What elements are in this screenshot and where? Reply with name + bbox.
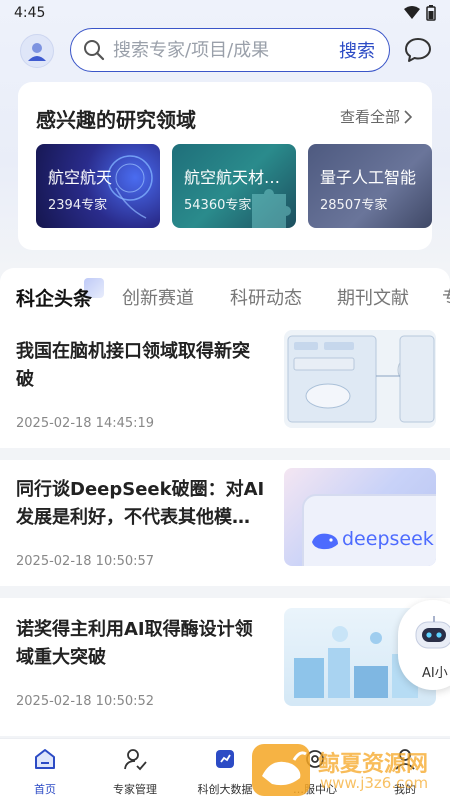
tab-headlines[interactable]: 科企头条 <box>16 284 92 311</box>
user-avatar-icon <box>28 43 46 61</box>
news-date: 2025-02-18 14:45:19 <box>16 416 155 431</box>
nav-label: 首页 <box>34 783 56 796</box>
nav-big-data[interactable]: 科创大数据 <box>180 739 270 800</box>
whale-logo-icon <box>312 533 338 550</box>
news-date: 2025-02-18 10:50:57 <box>16 554 155 569</box>
field-name: 量子人工智能 <box>320 168 417 187</box>
nav-home[interactable]: 首页 <box>0 739 90 800</box>
status-icons <box>404 5 436 21</box>
nav-expert-management[interactable]: 专家管理 <box>90 739 180 800</box>
news-title: 诺奖得主利用AI取得酶设计领域重大突破 <box>16 619 253 668</box>
field-list: 航空航天 2394专家 航空航天材… 54360专家 量子人工智能 28507专… <box>36 144 432 230</box>
profile-icon <box>395 749 415 770</box>
expert-icon <box>124 749 147 771</box>
research-fields-card: 感兴趣的研究领域 查看全部 航空航天 2394专家 航空航天材… 54360专家… <box>18 82 432 250</box>
chevron-right-icon <box>404 109 412 124</box>
news-item[interactable]: 同行谈DeepSeek破圈：对AI发展是利好，不代表其他模… 2025-02-1… <box>0 468 450 598</box>
field-name: 航空航天材… <box>184 168 281 187</box>
news-item[interactable]: 诺奖得主利用AI取得酶设计领域重大突破 2025-02-18 10:50:52 <box>0 608 450 736</box>
field-expert-count: 54360专家 <box>184 198 252 213</box>
news-item[interactable]: 我国在脑机接口领域取得新突破 2025-02-18 14:45:19 <box>0 330 450 460</box>
status-time: 4:45 <box>14 5 46 21</box>
news-thumbnail: deepseek <box>284 468 436 566</box>
search-icon <box>84 40 105 61</box>
news-tabs: 科企头条 创新赛道 科研动态 期刊文献 专 <box>0 268 450 324</box>
robot-icon <box>415 616 450 649</box>
nav-label: 科创大数据 <box>197 783 253 796</box>
nav-label: 专家管理 <box>113 783 157 796</box>
field-card-aerospace[interactable]: 航空航天 2394专家 <box>36 144 160 228</box>
search-button[interactable]: 搜索 <box>329 37 389 63</box>
ai-assistant-float[interactable]: AI小 <box>398 600 450 690</box>
news-section: 科企头条 创新赛道 科研动态 期刊文献 专 我国在脑机接口领域取得新突破 202… <box>0 268 450 736</box>
ai-assistant-label: AI小 <box>422 666 448 681</box>
see-all-link[interactable]: 查看全部 <box>340 106 412 127</box>
message-icon[interactable] <box>404 36 432 64</box>
field-name: 航空航天 <box>48 168 113 187</box>
battery-icon <box>426 5 436 21</box>
tab-innovation-track[interactable]: 创新赛道 <box>122 284 194 310</box>
status-bar: 4:45 <box>0 0 450 26</box>
bigdata-icon <box>216 750 234 768</box>
news-title: 我国在脑机接口领域取得新突破 <box>16 341 250 390</box>
home-icon <box>35 749 55 769</box>
service-icon <box>306 750 324 768</box>
news-thumbnail <box>284 330 436 428</box>
nav-profile[interactable]: 我的 <box>360 739 450 800</box>
avatar[interactable] <box>20 34 54 68</box>
research-title: 感兴趣的研究领域 <box>36 108 196 132</box>
news-separator <box>0 586 450 598</box>
nav-service-center[interactable]: …服中心 <box>270 739 360 800</box>
field-expert-count: 28507专家 <box>320 198 388 213</box>
tab-more[interactable]: 专 <box>442 284 450 310</box>
nav-label: 我的 <box>394 783 416 796</box>
news-title: 同行谈DeepSeek破圈：对AI发展是利好，不代表其他模… <box>16 479 265 528</box>
news-date: 2025-02-18 10:50:52 <box>16 694 155 709</box>
thumbnail-brand-text: deepseek <box>342 528 434 550</box>
tab-research-news[interactable]: 科研动态 <box>230 284 302 310</box>
see-all-label: 查看全部 <box>339 108 400 126</box>
header: 搜索 <box>0 28 450 72</box>
field-card-quantum-ai[interactable]: 量子人工智能 28507专家 <box>308 144 432 228</box>
tab-journals[interactable]: 期刊文献 <box>337 284 409 310</box>
news-separator <box>0 448 450 460</box>
field-expert-count: 2394专家 <box>48 198 108 213</box>
field-card-aerospace-materials[interactable]: 航空航天材… 54360专家 <box>172 144 296 228</box>
bottom-nav: 首页 专家管理 科创大数据 …服中心 我的 <box>0 738 450 800</box>
diagram-thumbnail-icon <box>287 335 435 423</box>
search-bar: 搜索 <box>70 28 390 72</box>
wifi-icon <box>404 6 420 19</box>
nav-label: …服中心 <box>293 783 337 796</box>
search-input[interactable] <box>113 39 329 61</box>
